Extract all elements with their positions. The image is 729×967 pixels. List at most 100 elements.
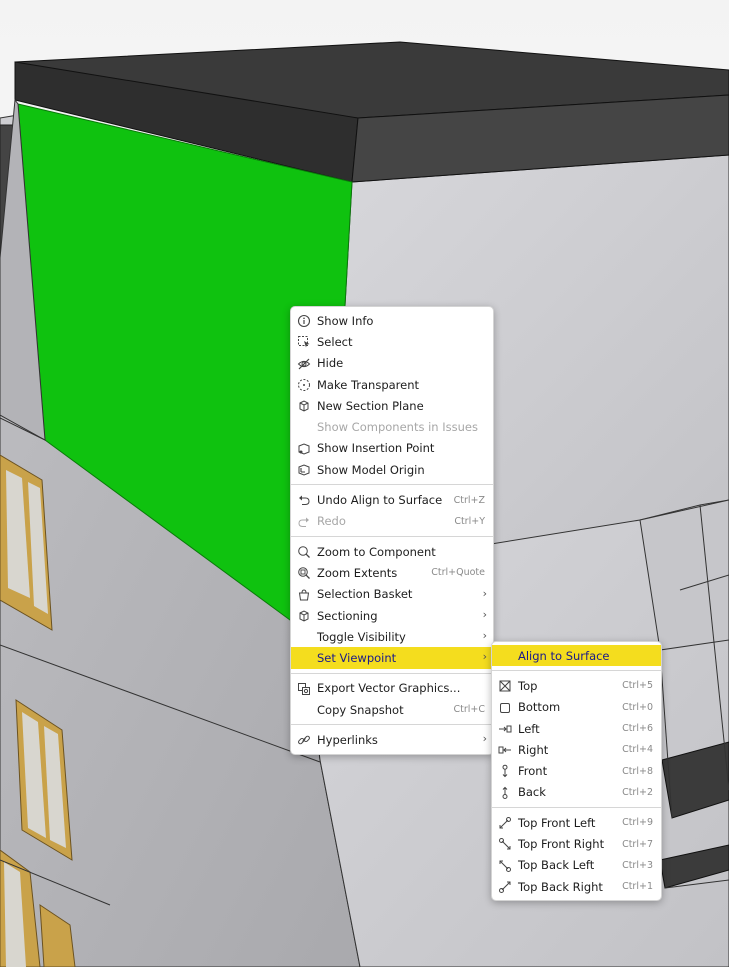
- viewpoint-separator: [492, 670, 661, 672]
- context-menu-item-label: Select: [317, 334, 353, 349]
- transparent-icon: [297, 378, 311, 392]
- back-view-icon: [498, 786, 512, 800]
- right-view-icon: [498, 743, 512, 757]
- viewpoint-item-label: Back: [518, 785, 546, 800]
- context-menu-item-label: Copy Snapshot: [317, 702, 404, 717]
- shortcut-text: Ctrl+C: [453, 704, 486, 716]
- bottom-view-icon: [498, 701, 512, 715]
- context-menu-item-label: Hyperlinks: [317, 732, 378, 747]
- viewpoint-item-label: Bottom: [518, 700, 561, 715]
- context-menu-item-label: Show Info: [317, 313, 374, 328]
- viewpoint-item-bottom[interactable]: Bottom Ctrl+0: [492, 697, 661, 718]
- context-menu-item-undo-align-to-surface[interactable]: Undo Align to Surface Ctrl+Z: [291, 489, 493, 510]
- context-menu-item-new-section-plane[interactable]: New Section Plane: [291, 395, 493, 416]
- viewpoint-item-front[interactable]: Front Ctrl+8: [492, 760, 661, 781]
- context-menu-item-hide[interactable]: Hide: [291, 353, 493, 374]
- top-front-right-icon: [498, 837, 512, 851]
- hide-icon: [297, 357, 311, 371]
- context-menu-separator: [291, 724, 493, 726]
- context-menu-item-zoom-to-component[interactable]: Zoom to Component: [291, 541, 493, 562]
- viewpoint-item-label: Top Back Right: [518, 879, 603, 894]
- context-menu-item-redo: Redo Ctrl+Y: [291, 511, 493, 532]
- shortcut-text: Ctrl+9: [622, 817, 653, 829]
- viewpoint-item-right[interactable]: Right Ctrl+4: [492, 739, 661, 760]
- viewpoint-item-align-to-surface[interactable]: Align to Surface: [492, 645, 661, 667]
- section-plane-icon: [297, 399, 311, 413]
- sectioning-icon: [297, 609, 311, 623]
- model-origin-icon: [297, 463, 311, 477]
- chevron-right-icon: ›: [482, 732, 487, 746]
- context-menu-item-label: Sectioning: [317, 608, 378, 623]
- viewpoint-item-top-front-right[interactable]: Top Front Right Ctrl+7: [492, 833, 661, 854]
- basket-icon: [297, 588, 311, 602]
- shortcut-text: Ctrl+4: [622, 744, 653, 756]
- context-menu-item-select[interactable]: Select: [291, 331, 493, 352]
- context-menu: Show Info Select Hide Make Transparent New S…: [290, 306, 494, 755]
- shortcut-text: Ctrl+Z: [453, 494, 485, 506]
- context-menu-item-label: Set Viewpoint: [317, 651, 397, 666]
- context-menu-item-label: Hide: [317, 356, 344, 371]
- context-menu-item-show-info[interactable]: Show Info: [291, 310, 493, 331]
- context-menu-item-copy-snapshot[interactable]: Copy Snapshot Ctrl+C: [291, 699, 493, 720]
- zoom-component-icon: [297, 545, 311, 559]
- context-menu-item-label: Show Insertion Point: [317, 441, 435, 456]
- context-menu-item-selection-basket[interactable]: Selection Basket ›: [291, 584, 493, 605]
- chevron-right-icon: ›: [482, 629, 487, 643]
- context-menu-item-label: Make Transparent: [317, 377, 420, 392]
- viewpoint-item-back[interactable]: Back Ctrl+2: [492, 782, 661, 803]
- viewpoint-item-top-back-right[interactable]: Top Back Right Ctrl+1: [492, 876, 661, 897]
- context-menu-item-sectioning[interactable]: Sectioning ›: [291, 605, 493, 626]
- top-front-left-icon: [498, 816, 512, 830]
- context-menu-item-label: Export Vector Graphics...: [317, 681, 461, 696]
- context-menu-item-label: Redo: [317, 514, 346, 529]
- context-menu-item-export-vector-graphics[interactable]: Export Vector Graphics...: [291, 678, 493, 699]
- context-menu-separator: [291, 672, 493, 674]
- viewpoint-item-top-front-left[interactable]: Top Front Left Ctrl+9: [492, 812, 661, 833]
- viewpoint-separator: [492, 807, 661, 809]
- context-menu-separator: [291, 535, 493, 537]
- left-view-icon: [498, 722, 512, 736]
- context-menu-item-set-viewpoint[interactable]: Set Viewpoint ›: [291, 647, 493, 669]
- shortcut-text: Ctrl+Y: [454, 515, 485, 527]
- zoom-extents-icon: [297, 566, 311, 580]
- shortcut-text: Ctrl+1: [622, 881, 653, 893]
- undo-icon: [297, 493, 311, 507]
- insertion-point-icon: [297, 442, 311, 456]
- viewpoint-item-label: Top Front Right: [518, 837, 605, 852]
- context-menu-item-zoom-extents[interactable]: Zoom Extents Ctrl+Quote: [291, 562, 493, 583]
- context-menu-separator: [291, 484, 493, 486]
- shortcut-text: Ctrl+2: [622, 786, 653, 798]
- viewpoint-item-label: Front: [518, 764, 548, 779]
- context-menu-item-label: Show Model Origin: [317, 462, 425, 477]
- context-menu-item-show-insertion-point[interactable]: Show Insertion Point: [291, 438, 493, 459]
- context-menu-item-label: Toggle Visibility: [317, 629, 406, 644]
- context-menu-item-label: Zoom to Component: [317, 544, 436, 559]
- context-menu-item-hyperlinks[interactable]: Hyperlinks ›: [291, 729, 493, 750]
- viewpoint-item-label: Align to Surface: [518, 648, 610, 663]
- viewpoint-item-label: Top Back Left: [518, 858, 595, 873]
- viewpoint-item-left[interactable]: Left Ctrl+6: [492, 718, 661, 739]
- viewpoint-item-top-back-left[interactable]: Top Back Left Ctrl+3: [492, 855, 661, 876]
- shortcut-text: Ctrl+8: [622, 765, 653, 777]
- context-menu-item-toggle-visibility[interactable]: Toggle Visibility ›: [291, 626, 493, 647]
- viewpoint-item-label: Top: [518, 678, 538, 693]
- select-icon: [297, 335, 311, 349]
- redo-icon: [297, 515, 311, 529]
- export-icon: [297, 682, 311, 696]
- chevron-right-icon: ›: [482, 586, 487, 600]
- shortcut-text: Ctrl+7: [622, 838, 653, 850]
- link-icon: [297, 733, 311, 747]
- viewpoint-item-label: Left: [518, 721, 540, 736]
- top-back-left-icon: [498, 859, 512, 873]
- viewpoint-item-label: Top Front Left: [518, 815, 596, 830]
- info-icon: [297, 314, 311, 328]
- context-menu-item-show-model-origin[interactable]: Show Model Origin: [291, 459, 493, 480]
- viewpoint-item-top[interactable]: Top Ctrl+5: [492, 675, 661, 696]
- context-menu-item-show-components-in-issues: Show Components in Issues: [291, 416, 493, 437]
- context-menu-item-make-transparent[interactable]: Make Transparent: [291, 374, 493, 395]
- shortcut-text: Ctrl+5: [622, 680, 653, 692]
- shortcut-text: Ctrl+Quote: [431, 567, 485, 579]
- context-menu-item-label: Zoom Extents: [317, 565, 398, 580]
- context-menu-item-label: Undo Align to Surface: [317, 493, 443, 508]
- context-menu-item-label: New Section Plane: [317, 398, 424, 413]
